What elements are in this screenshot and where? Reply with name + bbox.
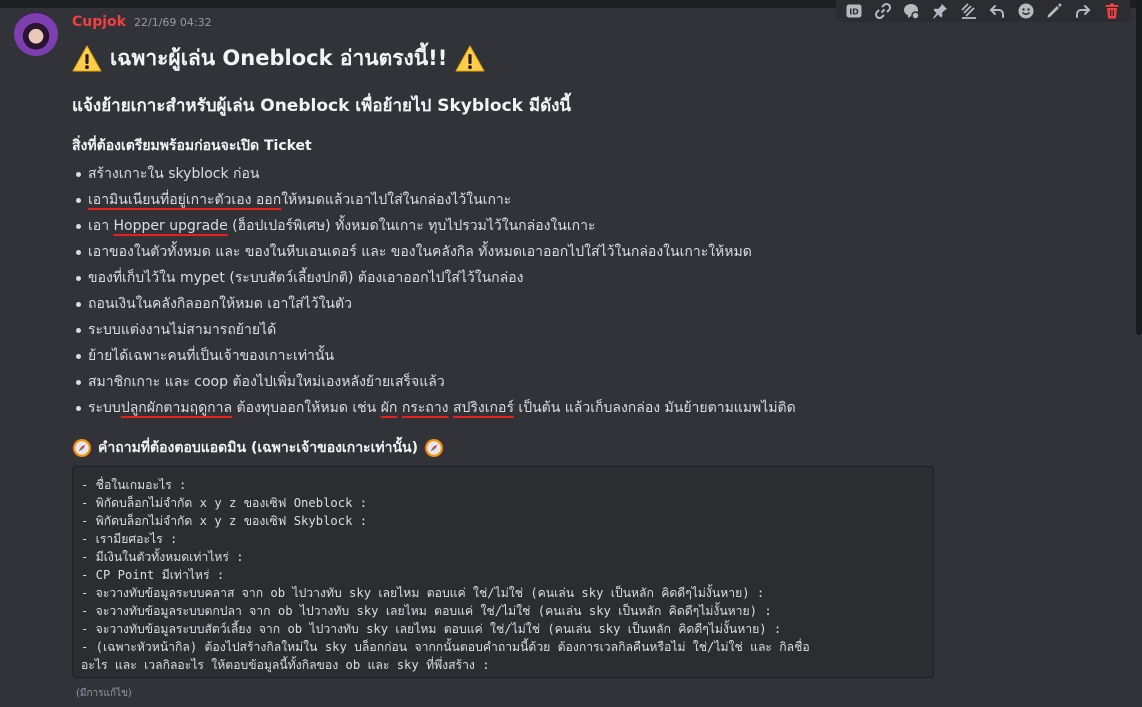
- list-item: ระบบปลูกผักตามฤดูกาล ต้องทุบออกให้หมด เช…: [76, 398, 888, 424]
- code-line: - พิกัดบล็อกไม่จำกัด x y z ของเซิฟ Skybl…: [81, 514, 368, 528]
- reply-icon[interactable]: [986, 0, 1008, 22]
- list-item: สร้างเกาะใน skyblock ก่อน: [76, 164, 888, 190]
- code-line: - จะวางทับข้อมูลระบบสัตว์เลี้ยง จาก ob ไ…: [81, 622, 782, 636]
- underlined-text: สปริงเกอร์: [452, 400, 514, 416]
- thread-icon[interactable]: [900, 0, 922, 22]
- edited-label: (มีการแก้ไข): [76, 688, 132, 699]
- edit-icon[interactable]: [1043, 0, 1065, 22]
- underlined-text: Hopper upgrade: [113, 218, 228, 234]
- list-item: ระบบแต่งงานไม่สามารถย้ายได้: [76, 320, 888, 346]
- code-line: - พิกัดบล็อกไม่จำกัด x y z ของเซิฟ Onebl…: [81, 496, 368, 510]
- code-line: - ชื่อในเกมอะไร :: [81, 478, 187, 492]
- code-line: - CP Point มีเท่าไหร่ :: [81, 568, 225, 582]
- svg-text:ID: ID: [849, 8, 859, 17]
- heading-questions: คำถามที่ต้องตอบแอดมิน (เฉพาะเจ้าของเกาะเ…: [72, 437, 444, 459]
- username[interactable]: Cupjok: [72, 14, 126, 30]
- delete-icon[interactable]: [1101, 0, 1123, 22]
- message-toolbar: ID: [836, 0, 1130, 22]
- compass-icon: [73, 439, 91, 457]
- heading-3: สิ่งที่ต้องเตรียมพร้อมก่อนจะเปิด Ticket: [72, 138, 312, 154]
- list-item: เอามินเนียนที่อยู่เกาะตัวเอง ออกให้หมดแล…: [76, 190, 888, 216]
- checklist: สร้างเกาะใน skyblock ก่อน เอามินเนียนที่…: [72, 164, 888, 424]
- list-item: เอา Hopper upgrade (ฮ็อปเปอร์พิเศษ) ทั้ง…: [76, 216, 888, 242]
- underlined-text: เอามินเนียนที่อยู่เกาะตัวเอง ออก: [88, 192, 282, 208]
- heading-warning: เฉพาะผู้เล่น Oneblock อ่านตรงนี้!!: [72, 42, 485, 75]
- list-item: ย้ายได้เฉพาะคนที่เป็นเจ้าของเกาะเท่านั้น: [76, 346, 888, 372]
- message-header: Cupjok 22/1/69 04:32: [72, 14, 212, 34]
- timestamp[interactable]: 22/1/69 04:32: [134, 16, 212, 29]
- warning-icon: [455, 45, 485, 71]
- scrollbar[interactable]: [1136, 0, 1142, 335]
- avatar[interactable]: [14, 12, 58, 56]
- list-item: เอาของในตัวทั้งหมด และ ของในหีบเอนเดอร์ …: [76, 242, 888, 268]
- heading-2: แจ้งย้ายเกาะสำหรับผู้เล่น Oneblock เพื่อ…: [72, 96, 572, 116]
- code-line: - (เฉพาะหัวหน้ากิล) ต้องไปสร้างกิลใหม่ใน…: [81, 640, 810, 654]
- code-line: อะไร และ เวลกิลอะไร ให้ตอบข้อมูลนี้ทั้งก…: [81, 658, 490, 672]
- list-item: ของที่เก็บไว้ใน mypet (ระบบสัตว์เลี้ยงปก…: [76, 268, 888, 294]
- warning-icon: [72, 45, 102, 71]
- id-icon[interactable]: ID: [843, 0, 865, 22]
- forward-multi-icon[interactable]: [958, 0, 980, 22]
- underlined-text: ผัก: [380, 400, 398, 416]
- heading-4-text: คำถามที่ต้องตอบแอดมิน (เฉพาะเจ้าของเกาะเ…: [98, 440, 418, 456]
- code-line: - จะวางทับข้อมูลระบบคลาส จาก ob ไปวางทับ…: [81, 586, 765, 600]
- forward-icon[interactable]: [1072, 0, 1094, 22]
- code-line: - มีเงินในตัวทั้งหมดเท่าไหร่ :: [81, 550, 244, 564]
- code-block[interactable]: - ชื่อในเกมอะไร : - พิกัดบล็อกไม่จำกัด x…: [72, 466, 934, 678]
- heading-1-text: เฉพาะผู้เล่น Oneblock อ่านตรงนี้!!: [110, 46, 448, 70]
- underlined-text: ปลูกผักตามฤดูกาล: [120, 400, 233, 416]
- list-item: ถอนเงินในคลังกิลออกให้หมด เอาใส่ไว้ในตัว: [76, 294, 888, 320]
- code-line: - เรามียศอะไร :: [81, 532, 178, 546]
- underlined-text: กระถาง: [401, 400, 449, 416]
- compass-icon: [425, 439, 443, 457]
- link-icon[interactable]: [872, 0, 894, 22]
- list-item: สมาชิกเกาะ และ coop ต้องไปเพิ่มใหม่เองหล…: [76, 372, 888, 398]
- pin-icon[interactable]: [929, 0, 951, 22]
- reaction-icon[interactable]: [1015, 0, 1037, 22]
- code-line: - จะวางทับข้อมูลระบบตกปลา จาก ob ไปวางทั…: [81, 604, 772, 618]
